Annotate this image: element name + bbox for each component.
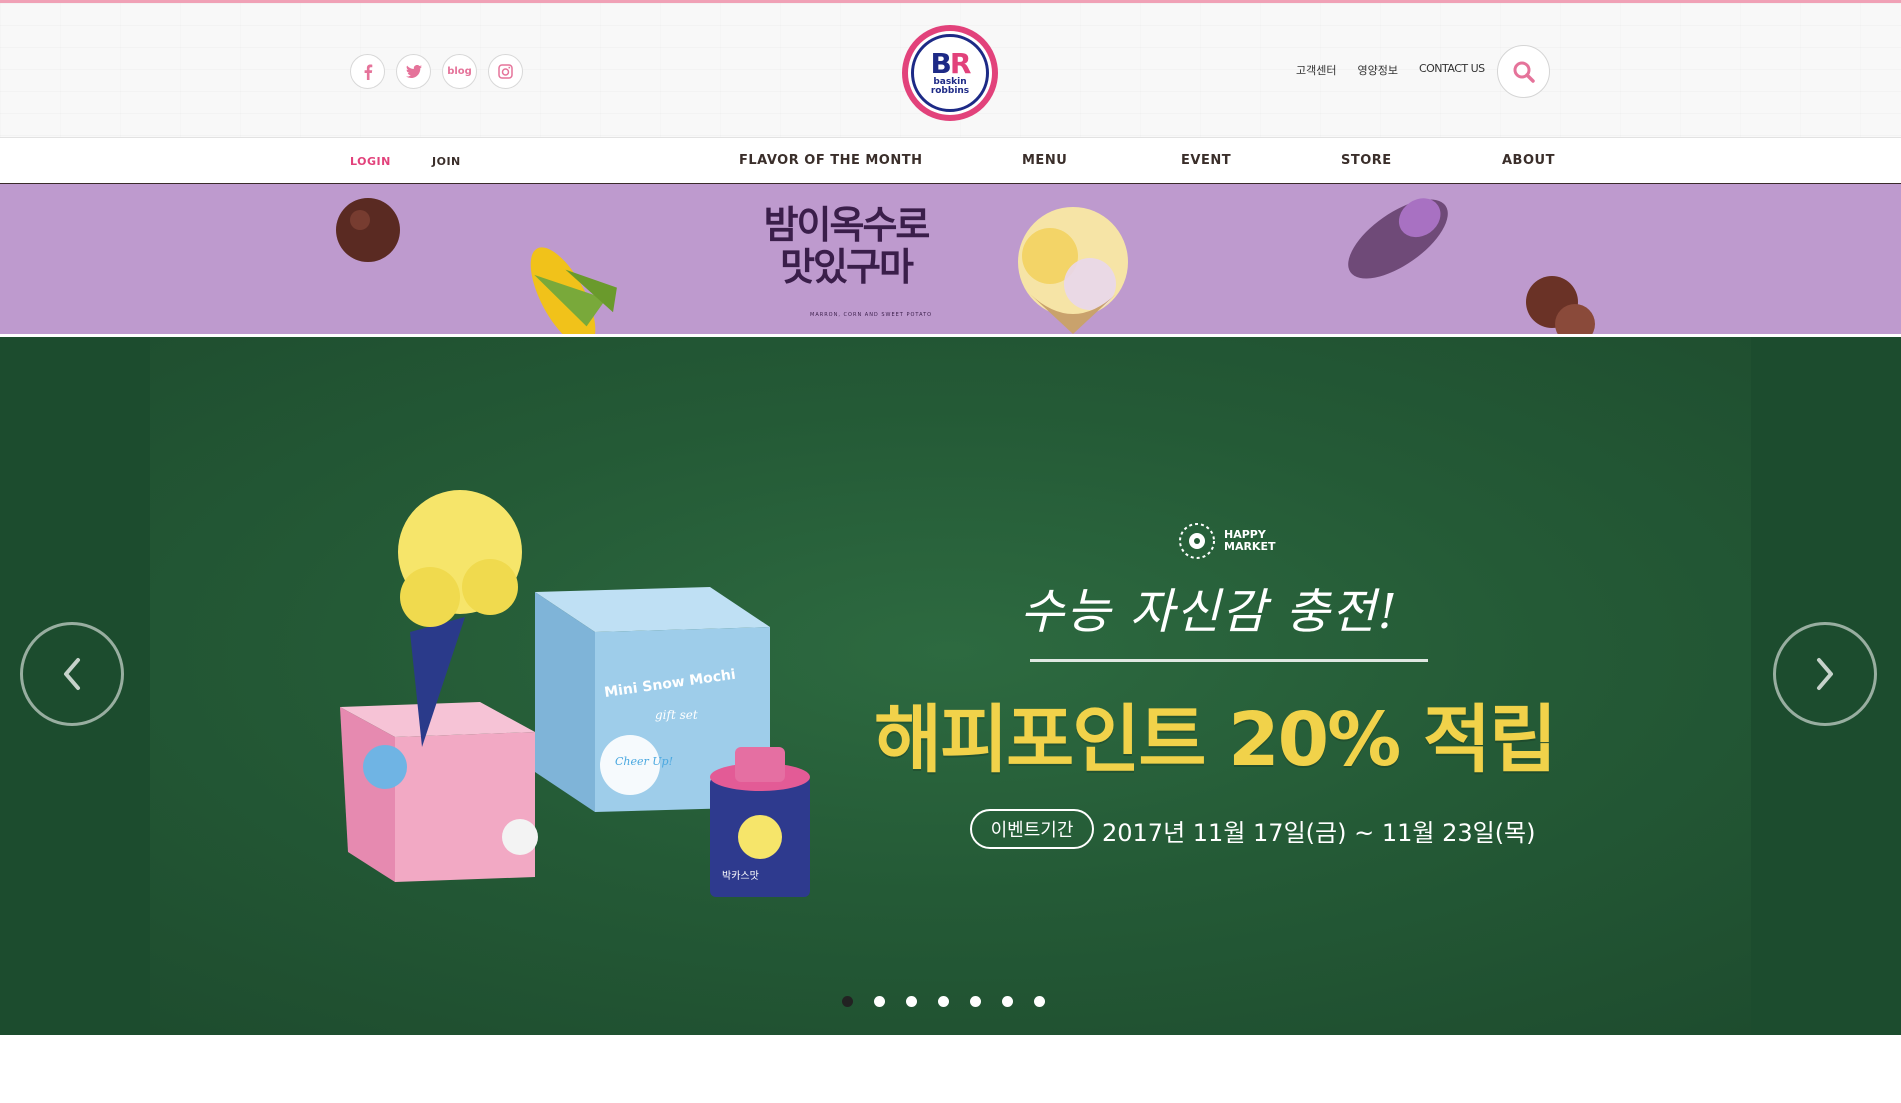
carousel-indicators xyxy=(842,996,1045,1007)
instagram-icon[interactable] xyxy=(488,54,523,89)
login-link[interactable]: LOGIN xyxy=(350,155,391,168)
corn-image xyxy=(530,247,617,334)
product-illustration: Mini Snow Mochi gift set Cheer Up! 박카스맛 xyxy=(340,490,810,897)
nav-menu[interactable]: MENU xyxy=(1022,153,1067,168)
chevron-left-icon xyxy=(64,658,80,690)
carousel-dot[interactable] xyxy=(906,996,917,1007)
contact-us-link[interactable]: CONTACT US xyxy=(1419,62,1485,78)
search-icon xyxy=(1513,61,1535,83)
search-button[interactable] xyxy=(1497,45,1550,98)
happy-market-line2: MARKET xyxy=(1224,540,1276,553)
carousel-prev-button[interactable] xyxy=(20,622,124,726)
banner-illustrations xyxy=(336,198,1595,334)
event-period-dates: 2017년 11월 17일(금) ~ 11월 23일(목) xyxy=(1102,819,1536,847)
flavor-title: 밤이옥수로 맛있구마 xyxy=(763,203,931,289)
nav-store[interactable]: STORE xyxy=(1341,153,1392,168)
social-links: blog xyxy=(350,54,523,89)
event-period-badge: 이벤트기간 xyxy=(970,809,1094,849)
nav-flavor-of-the-month[interactable]: FLAVOR OF THE MONTH xyxy=(739,153,923,168)
logo-line2: robbins xyxy=(930,86,970,96)
headline-underline xyxy=(1030,659,1428,662)
logo-b: B xyxy=(930,47,952,80)
sweet-potato-image xyxy=(1348,198,1448,279)
blog-icon[interactable]: blog xyxy=(442,54,477,89)
join-link[interactable]: JOIN xyxy=(432,155,461,168)
carousel-dot[interactable] xyxy=(874,996,885,1007)
hero-carousel: Mini Snow Mochi gift set Cheer Up! 박카스맛 … xyxy=(0,337,1901,1035)
customer-center-link[interactable]: 고객센터 xyxy=(1296,62,1336,78)
chestnut-image xyxy=(336,198,400,262)
logo-inner: BR baskin robbins xyxy=(911,34,989,112)
flavor-of-the-month-banner[interactable]: 밤이옥수로 맛있구마 MARRON, CORN AND SWEET POTATO xyxy=(0,184,1901,334)
carousel-dot[interactable] xyxy=(1034,996,1045,1007)
carousel-next-button[interactable] xyxy=(1773,622,1877,726)
logo-r: R xyxy=(949,47,972,80)
carousel-dot[interactable] xyxy=(938,996,949,1007)
box-sublabel: gift set xyxy=(655,708,698,722)
carousel-dot[interactable] xyxy=(1002,996,1013,1007)
carousel-dot[interactable] xyxy=(842,996,853,1007)
nutrition-info-link[interactable]: 영양정보 xyxy=(1357,62,1397,78)
carousel-dot[interactable] xyxy=(970,996,981,1007)
chevron-right-icon xyxy=(1817,658,1833,690)
hero-headline: 수능 자신감 충전! xyxy=(1020,584,1399,640)
blog-label: blog xyxy=(447,66,472,77)
cheer-label: Cheer Up! xyxy=(615,755,673,768)
main-nav: LOGIN JOIN FLAVOR OF THE MONTH MENU EVEN… xyxy=(0,137,1901,184)
flavor-caption: MARRON, CORN AND SWEET POTATO xyxy=(810,312,933,318)
logo-initials: BR xyxy=(930,47,972,80)
facebook-icon[interactable] xyxy=(350,54,385,89)
hero-promo: 해피포인트 20% 적립 xyxy=(874,697,1557,783)
utility-links: 고객센터 영양정보 CONTACT US xyxy=(1296,62,1485,78)
happy-market-icon xyxy=(1179,523,1215,559)
nav-about[interactable]: ABOUT xyxy=(1502,153,1555,168)
cup-label: 박카스맛 xyxy=(722,870,759,882)
nav-event[interactable]: EVENT xyxy=(1181,153,1231,168)
site-header: blog BR baskin robbins 고객센터 영양정보 CONTACT… xyxy=(0,3,1901,137)
baskin-robbins-logo[interactable]: BR baskin robbins xyxy=(902,25,998,121)
twitter-icon[interactable] xyxy=(396,54,431,89)
happy-market-logo: HAPPY MARKET xyxy=(1178,522,1275,560)
